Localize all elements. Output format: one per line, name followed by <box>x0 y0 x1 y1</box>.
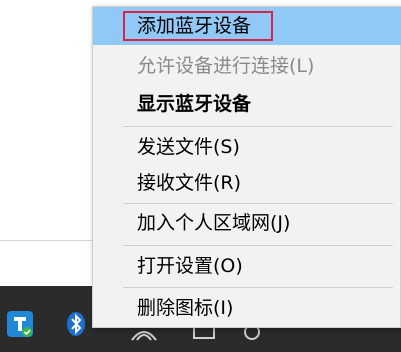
bluetooth-context-menu: 添加蓝牙设备 允许设备进行连接(L) 显示蓝牙设备 发送文件(S) 接收文件(R… <box>92 6 401 328</box>
menu-item-label: 加入个人区域网(J) <box>137 212 291 234</box>
menu-separator <box>123 287 393 288</box>
menu-item-label: 接收文件(R) <box>137 172 242 194</box>
menu-item-allow-connection[interactable]: 允许设备进行连接(L) <box>93 47 401 85</box>
menu-item-label: 允许设备进行连接(L) <box>137 55 315 77</box>
menu-item-remove-icon[interactable]: 删除图标(I) <box>93 289 401 327</box>
menu-item-add-bluetooth-device[interactable]: 添加蓝牙设备 <box>93 7 401 45</box>
menu-item-show-bluetooth-devices[interactable]: 显示蓝牙设备 <box>93 85 401 123</box>
menu-item-open-settings[interactable]: 打开设置(O) <box>93 247 401 285</box>
menu-item-receive-file[interactable]: 接收文件(R) <box>93 164 401 202</box>
menu-item-label: 删除图标(I) <box>137 297 234 319</box>
bluetooth-icon[interactable] <box>62 310 90 338</box>
menu-separator <box>123 245 393 246</box>
menu-item-send-file[interactable]: 发送文件(S) <box>93 128 401 166</box>
focus-outline <box>123 11 273 41</box>
menu-item-label: 发送文件(S) <box>137 136 240 158</box>
shield-check-icon[interactable] <box>6 310 34 338</box>
menu-item-label: 打开设置(O) <box>137 255 243 277</box>
menu-separator <box>123 126 393 127</box>
menu-item-join-pan[interactable]: 加入个人区域网(J) <box>93 204 401 242</box>
menu-item-label: 显示蓝牙设备 <box>137 93 252 115</box>
